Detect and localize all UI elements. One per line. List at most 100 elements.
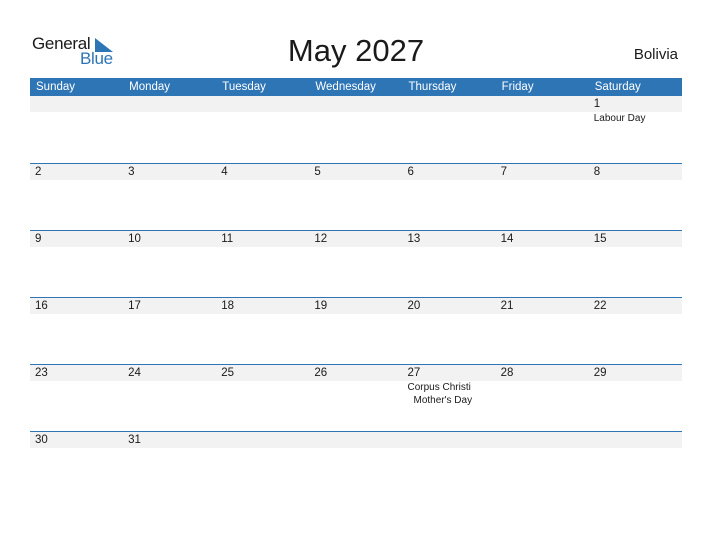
day-cell[interactable]: 4: [216, 164, 309, 230]
country-label: Bolivia: [633, 46, 678, 63]
day-cell[interactable]: 13: [403, 231, 496, 297]
day-number: 17: [128, 300, 141, 312]
day-number: [221, 432, 309, 448]
day-number: 24: [128, 367, 141, 379]
day-number: 22: [593, 300, 607, 312]
day-number: 18: [221, 300, 235, 312]
day-number: 8: [593, 166, 601, 178]
day-number: 2: [35, 166, 42, 178]
day-number: [501, 96, 589, 112]
day-number: 9: [35, 233, 42, 245]
day-cell[interactable]: 8: [589, 164, 682, 230]
day-cell[interactable]: [496, 96, 589, 163]
day-number: 28: [500, 367, 514, 379]
day-cell[interactable]: 31: [123, 432, 216, 498]
day-number: 30: [35, 434, 48, 446]
day-number: 4: [221, 166, 228, 178]
day-cell[interactable]: 19: [309, 298, 402, 364]
day-number: 20: [407, 300, 421, 312]
day-number: 12: [314, 233, 328, 245]
day-number: 23: [35, 367, 48, 379]
day-number: 5: [314, 166, 321, 178]
day-cell[interactable]: 11: [216, 231, 309, 297]
day-number: [35, 96, 123, 112]
day-cell[interactable]: 18: [216, 298, 309, 364]
day-number: 27: [407, 367, 421, 379]
weekday-label: Monday: [129, 81, 171, 93]
day-cell[interactable]: [403, 96, 496, 163]
calendar-grid: Sunday Monday Tuesday Wednesday Thursday…: [30, 78, 682, 498]
day-cell[interactable]: 20: [403, 298, 496, 364]
day-cell[interactable]: 12: [309, 231, 402, 297]
day-number: 1: [593, 98, 601, 110]
day-number: 26: [314, 367, 328, 379]
day-cell[interactable]: 21: [496, 298, 589, 364]
day-cell[interactable]: 30: [30, 432, 123, 498]
day-cell[interactable]: [216, 96, 309, 163]
day-number: 31: [128, 434, 141, 446]
day-number: [128, 96, 216, 112]
day-cell[interactable]: 6: [403, 164, 496, 230]
week-row: 1 Labour Day: [30, 96, 682, 163]
day-cell[interactable]: 15: [589, 231, 682, 297]
page-title: May 2027: [287, 33, 425, 68]
day-cell[interactable]: 22: [589, 298, 682, 364]
day-number: 19: [314, 300, 328, 312]
day-cell[interactable]: [216, 432, 309, 498]
day-number: [314, 96, 402, 112]
day-cell[interactable]: [30, 96, 123, 163]
day-number: 13: [407, 233, 421, 245]
day-cell[interactable]: [403, 432, 496, 498]
day-cell[interactable]: [496, 432, 589, 498]
day-number: [594, 432, 682, 448]
day-number: 16: [35, 300, 48, 312]
holiday-event: Mother's Day: [413, 395, 473, 406]
week-row: 2 3 4 5 6 7 8: [30, 163, 682, 230]
day-cell[interactable]: [589, 432, 682, 498]
day-cell[interactable]: 16: [30, 298, 123, 364]
day-number: [314, 432, 402, 448]
day-cell[interactable]: [309, 432, 402, 498]
day-cell[interactable]: 23: [30, 365, 123, 431]
holiday-event: Labour Day: [593, 113, 646, 124]
day-number: [221, 96, 309, 112]
day-cell[interactable]: 26: [309, 365, 402, 431]
day-cell[interactable]: 2: [30, 164, 123, 230]
day-cell[interactable]: 28: [496, 365, 589, 431]
day-cell[interactable]: 25: [216, 365, 309, 431]
day-number: [408, 432, 496, 448]
holiday-event: Corpus Christi: [407, 382, 471, 393]
week-row: 30 31: [30, 431, 682, 498]
day-cell[interactable]: 5: [309, 164, 402, 230]
weekday-label: Sunday: [36, 81, 76, 93]
day-cell[interactable]: 1 Labour Day: [589, 96, 682, 163]
day-cell[interactable]: 29: [589, 365, 682, 431]
day-cell[interactable]: [123, 96, 216, 163]
day-number: 25: [221, 367, 235, 379]
day-number: [501, 432, 589, 448]
weekday-label: Saturday: [594, 81, 641, 93]
day-cell[interactable]: 10: [123, 231, 216, 297]
week-row: 16 17 18 19 20 21 22: [30, 297, 682, 364]
day-number: 6: [407, 166, 414, 178]
weekday-label: Wednesday: [315, 81, 376, 93]
day-cell[interactable]: 24: [123, 365, 216, 431]
day-number: 21: [500, 300, 514, 312]
day-cell[interactable]: 3: [123, 164, 216, 230]
day-cell[interactable]: 14: [496, 231, 589, 297]
day-number: [408, 96, 496, 112]
day-cell[interactable]: 7: [496, 164, 589, 230]
day-number: 15: [593, 233, 607, 245]
day-cell[interactable]: 17: [123, 298, 216, 364]
weekday-label: Thursday: [408, 81, 457, 93]
day-number: 14: [500, 233, 514, 245]
day-cell[interactable]: 9: [30, 231, 123, 297]
day-cell[interactable]: 27 Corpus Christi Mother's Day: [403, 365, 496, 431]
day-number: 3: [128, 166, 135, 178]
day-number: 7: [500, 166, 508, 178]
weekday-label: Tuesday: [222, 81, 266, 93]
weekday-header: Sunday Monday Tuesday Wednesday Thursday…: [30, 78, 682, 96]
day-number: 11: [221, 233, 234, 245]
day-number: 10: [128, 233, 141, 245]
day-cell[interactable]: [309, 96, 402, 163]
